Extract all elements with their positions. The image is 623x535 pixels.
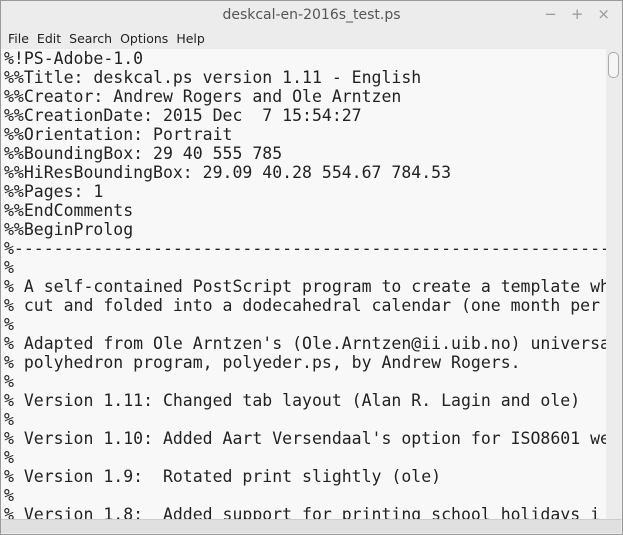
menu-edit[interactable]: Edit (33, 29, 65, 49)
text-line: %%HiResBoundingBox: 29.09 40.28 554.67 7… (4, 163, 452, 182)
text-line: %%Pages: 1 (4, 182, 104, 201)
text-line: %%Creator: Andrew Rogers and Ole Arntzen (4, 87, 402, 106)
text-line: %%CreationDate: 2015 Dec 7 15:54:27 (4, 106, 362, 125)
text-line: %%Orientation: Portrait (4, 125, 233, 144)
text-line: %%Title: deskcal.ps version 1.11 - Engli… (4, 68, 422, 87)
text-line: % (4, 258, 14, 277)
text-line: %---------------------------------------… (4, 239, 606, 258)
text-line: % (4, 372, 14, 391)
menu-options[interactable]: Options (116, 29, 172, 49)
text-line: %%BeginProlog (4, 220, 134, 239)
text-editor[interactable]: %!PS-Adobe-1.0 %%Title: deskcal.ps versio… (1, 49, 606, 519)
text-line: % Version 1.11: Changed tab layout (Alan… (4, 391, 581, 410)
text-line: % (4, 315, 14, 334)
horizontal-scrollbar[interactable] (1, 519, 621, 533)
scrollbar-thumb[interactable] (608, 52, 619, 78)
text-line: %%EndComments (4, 201, 134, 220)
text-line: % polyhedron program, polyeder.ps, by An… (4, 353, 521, 372)
menu-bar: File Edit Search Options Help (1, 29, 622, 49)
vertical-scrollbar[interactable] (606, 49, 621, 519)
text-line: % Adapted from Ole Arntzen's (Ole.Arntze… (4, 334, 606, 353)
text-line: %!PS-Adobe-1.0 (4, 49, 144, 68)
menu-file[interactable]: File (4, 29, 33, 49)
text-line: % cut and folded into a dodecahedral cal… (4, 296, 601, 315)
text-line: % Version 1.10: Added Aart Versendaal's … (4, 429, 606, 448)
text-line: % (4, 486, 14, 505)
close-icon[interactable]: × (597, 5, 610, 23)
text-line: % (4, 448, 14, 467)
text-line: % Version 1.9: Rotated print slightly (o… (4, 467, 442, 486)
text-line: % Version 1.8: Added support for printin… (4, 505, 601, 519)
window-title: deskcal-en-2016s_test.ps (222, 7, 401, 23)
text-line: %%BoundingBox: 29 40 555 785 (4, 144, 283, 163)
menu-search[interactable]: Search (65, 29, 116, 49)
maximize-icon[interactable]: + (571, 5, 584, 23)
minimize-icon[interactable]: − (544, 5, 557, 23)
menu-help[interactable]: Help (172, 29, 209, 49)
text-line: % (4, 410, 14, 429)
text-line: % A self-contained PostScript program to… (4, 277, 606, 296)
title-bar: deskcal-en-2016s_test.ps − + × (1, 1, 622, 29)
